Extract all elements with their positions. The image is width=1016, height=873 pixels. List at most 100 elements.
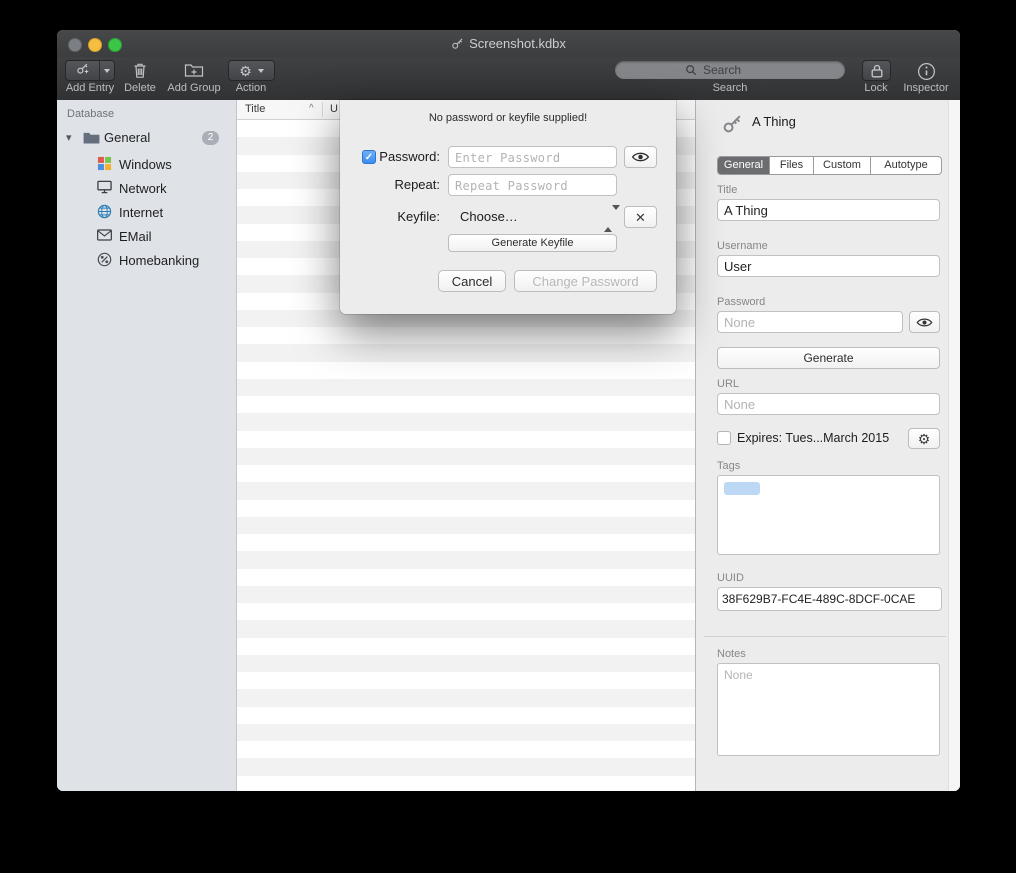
sidebar-item-label: EMail	[119, 229, 152, 244]
notes-input[interactable]	[717, 663, 940, 756]
search-field[interactable]	[615, 61, 845, 79]
app-window: Screenshot.kdbx Add Entry	[57, 30, 960, 791]
uuid-input[interactable]	[717, 587, 942, 611]
password-input[interactable]	[717, 311, 903, 333]
sidebar-item-windows[interactable]: Windows	[57, 152, 236, 176]
lock-icon	[871, 64, 883, 78]
sidebar-item-label: Internet	[119, 205, 163, 220]
password-field-label: Password	[717, 296, 765, 308]
chevron-down-icon[interactable]	[100, 69, 114, 73]
dialog-repeat-input[interactable]	[448, 174, 617, 196]
entry-row	[237, 396, 695, 413]
column-header-title[interactable]: Title	[245, 103, 265, 115]
dialog-password-label: Password:	[376, 146, 440, 168]
expires-checkbox[interactable]	[717, 431, 731, 445]
entry-row	[237, 534, 695, 551]
inspector-tabs: General Files Custom Autotype	[717, 156, 942, 175]
expires-settings-button[interactable]: ⚙	[908, 428, 940, 449]
sidebar-item-label: Network	[119, 181, 167, 196]
keyfile-row: Keyfile: Choose… ✕	[340, 206, 676, 228]
add-group-button[interactable]	[183, 61, 205, 79]
entry-row	[237, 448, 695, 465]
sidebar-item-homebanking[interactable]: Homebanking	[57, 248, 236, 272]
tags-field-label: Tags	[717, 460, 740, 472]
sidebar-section-header: Database	[67, 108, 114, 120]
sidebar-item-label: Windows	[119, 157, 172, 172]
entry-row	[237, 465, 695, 482]
key-icon	[451, 37, 464, 50]
popup-stepper-icon[interactable]	[604, 210, 613, 224]
tab-custom[interactable]: Custom	[813, 157, 870, 174]
gear-icon: ⚙	[239, 64, 252, 78]
window-title: Screenshot.kdbx	[57, 30, 960, 57]
entry-row	[237, 517, 695, 534]
password-checkbox[interactable]: ✓	[362, 150, 376, 164]
sidebar: Database ▾ General 2	[57, 100, 237, 791]
sidebar-group-general[interactable]: ▾ General 2	[57, 128, 236, 150]
info-icon	[917, 62, 936, 81]
section-divider	[704, 636, 946, 637]
eye-icon	[631, 151, 650, 163]
tags-input[interactable]	[717, 475, 940, 555]
entry-row	[237, 672, 695, 689]
entry-row	[237, 344, 695, 361]
envelope-icon	[97, 228, 112, 246]
search-input[interactable]	[701, 62, 775, 78]
entry-row	[237, 327, 695, 344]
sidebar-item-label: Homebanking	[119, 253, 199, 268]
entry-row	[237, 655, 695, 672]
entry-row	[237, 362, 695, 379]
generate-password-button[interactable]: Generate	[717, 347, 940, 369]
disclosure-triangle-icon[interactable]: ▾	[66, 131, 72, 144]
delete-button[interactable]	[132, 61, 148, 80]
action-label: Action	[221, 82, 281, 94]
entry-count-badge: 2	[202, 131, 219, 145]
action-button[interactable]: ⚙	[228, 60, 275, 81]
entry-row	[237, 638, 695, 655]
clear-keyfile-button[interactable]: ✕	[624, 206, 657, 228]
password-row: ✓ Password:	[340, 146, 676, 168]
eye-icon	[916, 317, 933, 328]
column-divider[interactable]	[322, 102, 323, 117]
trash-icon	[133, 62, 147, 79]
cancel-button[interactable]: Cancel	[438, 270, 506, 292]
title-input[interactable]	[717, 199, 940, 221]
inspector-scrollbar[interactable]	[948, 100, 960, 791]
entry-row	[237, 776, 695, 792]
delete-label: Delete	[110, 82, 170, 94]
generate-keyfile-button[interactable]: Generate Keyfile	[448, 234, 617, 252]
entry-row	[237, 586, 695, 603]
tab-autotype[interactable]: Autotype	[870, 157, 941, 174]
uuid-field-label: UUID	[717, 572, 744, 584]
keyfile-popup[interactable]: Choose…	[460, 206, 518, 228]
lock-button[interactable]	[862, 60, 891, 81]
sidebar-item-network[interactable]: Network	[57, 176, 236, 200]
search-icon	[685, 64, 697, 76]
search-label: Search	[700, 82, 760, 94]
key-plus-icon	[66, 61, 99, 80]
url-input[interactable]	[717, 393, 940, 415]
monitor-icon	[97, 180, 112, 199]
inspector-button[interactable]	[916, 61, 936, 81]
entry-row	[237, 551, 695, 568]
windows-grid-icon	[97, 156, 112, 176]
reveal-password-button[interactable]	[909, 311, 940, 333]
username-input[interactable]	[717, 255, 940, 277]
titlebar: Screenshot.kdbx	[57, 30, 960, 58]
url-field-label: URL	[717, 378, 739, 390]
add-entry-button[interactable]	[65, 60, 115, 81]
entry-row	[237, 741, 695, 758]
tab-files[interactable]: Files	[769, 157, 813, 174]
change-password-button[interactable]: Change Password	[514, 270, 657, 292]
folder-icon	[83, 131, 100, 149]
tab-general[interactable]: General	[718, 157, 769, 174]
sidebar-item-internet[interactable]: Internet	[57, 200, 236, 224]
sidebar-item-email[interactable]: EMail	[57, 224, 236, 248]
dialog-reveal-password-button[interactable]	[624, 146, 657, 168]
check-icon: ✓	[365, 152, 373, 163]
dialog-password-input[interactable]	[448, 146, 617, 168]
gear-icon: ⚙	[918, 432, 931, 446]
entry-row	[237, 379, 695, 396]
group-label: General	[104, 130, 150, 145]
column-header-username[interactable]: U	[330, 103, 338, 115]
